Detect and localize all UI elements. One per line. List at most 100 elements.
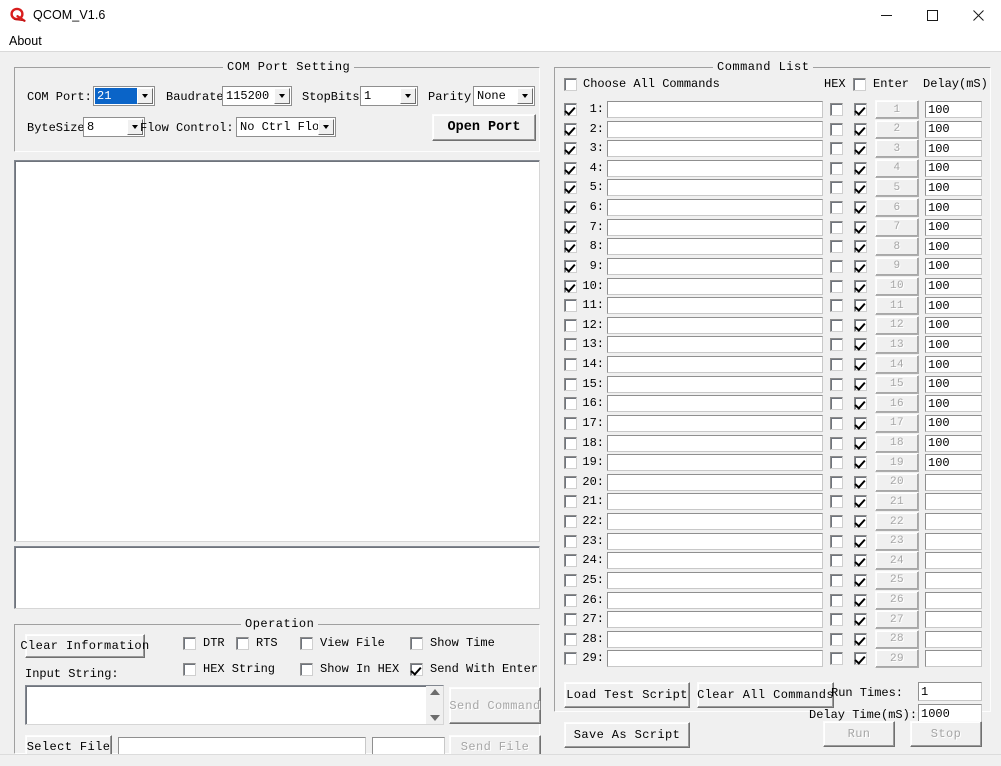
- enter-all-checkbox[interactable]: [853, 78, 866, 91]
- command-input[interactable]: [607, 277, 823, 295]
- command-enter-checkbox[interactable]: [854, 613, 867, 627]
- command-hex-checkbox[interactable]: [830, 436, 843, 450]
- command-delay-input[interactable]: [925, 532, 982, 550]
- command-input[interactable]: [607, 120, 823, 138]
- command-select-checkbox[interactable]: [564, 613, 577, 627]
- command-hex-checkbox[interactable]: [830, 515, 843, 529]
- command-delay-input[interactable]: [925, 513, 982, 531]
- command-send-button[interactable]: 29: [875, 649, 919, 669]
- command-enter-checkbox[interactable]: [854, 554, 867, 568]
- command-hex-checkbox[interactable]: [830, 593, 843, 607]
- command-delay-input[interactable]: 100: [925, 395, 982, 413]
- scroll-up-icon[interactable]: [429, 689, 440, 695]
- command-send-button[interactable]: 1: [875, 100, 919, 119]
- clear-information-button[interactable]: Clear Information: [20, 634, 149, 658]
- command-input[interactable]: [607, 414, 823, 432]
- show-in-hex-checkbox[interactable]: [300, 663, 313, 676]
- command-delay-input[interactable]: 100: [925, 375, 982, 393]
- command-select-checkbox[interactable]: [564, 318, 577, 332]
- command-select-checkbox[interactable]: [564, 593, 577, 607]
- command-hex-checkbox[interactable]: [830, 259, 843, 273]
- send-command-button[interactable]: Send Command: [449, 687, 541, 724]
- command-select-checkbox[interactable]: [564, 397, 577, 411]
- command-hex-checkbox[interactable]: [830, 397, 843, 411]
- command-hex-checkbox[interactable]: [830, 416, 843, 430]
- command-hex-checkbox[interactable]: [830, 475, 843, 489]
- command-input[interactable]: [607, 591, 823, 609]
- run-button[interactable]: Run: [823, 721, 895, 747]
- command-select-checkbox[interactable]: [564, 515, 577, 529]
- command-hex-checkbox[interactable]: [830, 613, 843, 627]
- command-hex-checkbox[interactable]: [830, 220, 843, 234]
- command-select-checkbox[interactable]: [564, 495, 577, 509]
- command-input[interactable]: [607, 179, 823, 197]
- command-delay-input[interactable]: [925, 473, 982, 491]
- command-delay-input[interactable]: 100: [925, 238, 982, 256]
- command-input[interactable]: [607, 454, 823, 472]
- command-hex-checkbox[interactable]: [830, 534, 843, 548]
- command-enter-checkbox[interactable]: [854, 220, 867, 234]
- command-enter-checkbox[interactable]: [854, 456, 867, 470]
- command-select-checkbox[interactable]: [564, 534, 577, 548]
- terminal-output-main[interactable]: [14, 160, 540, 542]
- command-send-button[interactable]: 22: [875, 512, 919, 532]
- command-input[interactable]: [607, 552, 823, 570]
- command-select-checkbox[interactable]: [564, 220, 577, 234]
- command-delay-input[interactable]: 100: [925, 218, 982, 236]
- load-test-script-button[interactable]: Load Test Script: [564, 682, 690, 708]
- command-input[interactable]: [607, 316, 823, 334]
- command-select-checkbox[interactable]: [564, 456, 577, 470]
- command-send-button[interactable]: 26: [875, 590, 919, 610]
- command-enter-checkbox[interactable]: [854, 416, 867, 430]
- run-times-field[interactable]: 1: [918, 682, 982, 701]
- command-enter-checkbox[interactable]: [854, 534, 867, 548]
- command-input[interactable]: [607, 199, 823, 217]
- command-send-button[interactable]: 14: [875, 355, 919, 375]
- command-send-button[interactable]: 5: [875, 178, 919, 198]
- command-hex-checkbox[interactable]: [830, 377, 843, 391]
- command-hex-checkbox[interactable]: [830, 142, 843, 156]
- command-select-checkbox[interactable]: [564, 554, 577, 568]
- command-delay-input[interactable]: 100: [925, 257, 982, 275]
- command-send-button[interactable]: 20: [875, 472, 919, 492]
- command-select-checkbox[interactable]: [564, 201, 577, 215]
- command-delay-input[interactable]: 100: [925, 336, 982, 354]
- command-select-checkbox[interactable]: [564, 358, 577, 372]
- command-input[interactable]: [607, 297, 823, 315]
- command-hex-checkbox[interactable]: [830, 573, 843, 587]
- command-enter-checkbox[interactable]: [854, 279, 867, 293]
- command-send-button[interactable]: 18: [875, 433, 919, 453]
- dtr-checkbox[interactable]: [183, 637, 196, 650]
- command-delay-input[interactable]: 100: [925, 140, 982, 158]
- view-file-checkbox[interactable]: [300, 637, 313, 650]
- com-port-combo[interactable]: 21: [93, 86, 155, 106]
- command-input[interactable]: [607, 159, 823, 177]
- command-input[interactable]: [607, 493, 823, 511]
- command-send-button[interactable]: 15: [875, 374, 919, 394]
- command-send-button[interactable]: 21: [875, 492, 919, 512]
- hex-string-checkbox[interactable]: [183, 663, 196, 676]
- command-hex-checkbox[interactable]: [830, 103, 843, 116]
- command-delay-input[interactable]: [925, 650, 982, 668]
- command-select-checkbox[interactable]: [564, 377, 577, 391]
- command-send-button[interactable]: 13: [875, 335, 919, 355]
- command-enter-checkbox[interactable]: [854, 593, 867, 607]
- command-input[interactable]: [607, 336, 823, 354]
- command-select-checkbox[interactable]: [564, 338, 577, 352]
- command-hex-checkbox[interactable]: [830, 122, 843, 136]
- command-enter-checkbox[interactable]: [854, 495, 867, 509]
- baudrate-combo[interactable]: 115200: [222, 86, 292, 106]
- command-send-button[interactable]: 6: [875, 198, 919, 218]
- command-hex-checkbox[interactable]: [830, 554, 843, 568]
- chevron-down-icon[interactable]: [137, 88, 153, 104]
- command-input[interactable]: [607, 101, 823, 118]
- command-input[interactable]: [607, 532, 823, 550]
- command-select-checkbox[interactable]: [564, 652, 577, 666]
- rts-checkbox[interactable]: [236, 637, 249, 650]
- command-delay-input[interactable]: 100: [925, 159, 982, 177]
- input-string-field[interactable]: [25, 685, 444, 725]
- chevron-down-icon[interactable]: [517, 88, 533, 104]
- command-enter-checkbox[interactable]: [854, 358, 867, 372]
- maximize-button[interactable]: [909, 0, 955, 31]
- command-enter-checkbox[interactable]: [854, 377, 867, 391]
